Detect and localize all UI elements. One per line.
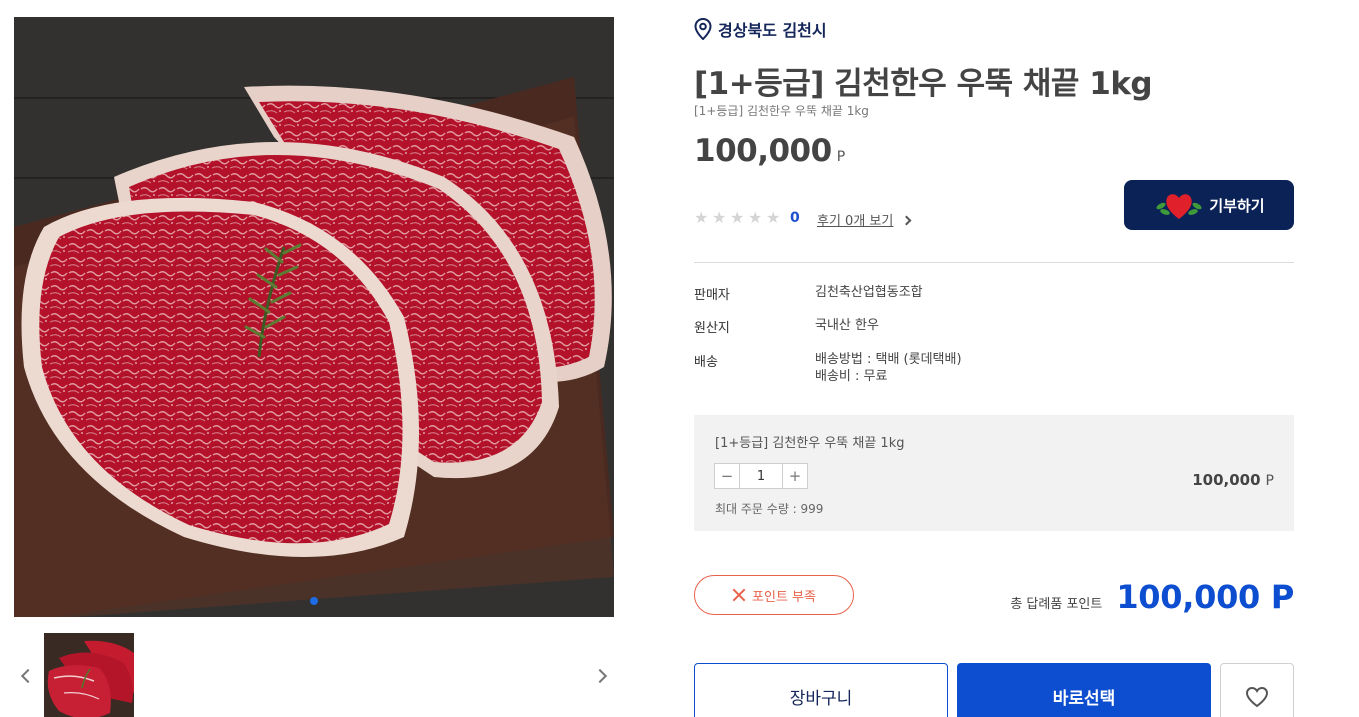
product-subtitle: [1+등급] 김천한우 우뚝 채끝 1kg: [694, 104, 869, 118]
option-price-unit: P: [1265, 473, 1274, 489]
total-points-label: 총 답례품 포인트: [1010, 597, 1103, 612]
spec-shipping-fee: 배송비 : 무료: [815, 369, 888, 384]
thumbnail-next-button[interactable]: [592, 666, 609, 688]
insufficient-points-badge[interactable]: 포인트 부족: [694, 575, 854, 615]
wishlist-button[interactable]: [1220, 663, 1294, 717]
donate-label: 기부하기: [1209, 197, 1265, 215]
total-points-value: 100,000 P: [1116, 578, 1294, 616]
heart-icon: [1245, 686, 1269, 708]
max-quantity-note: 최대 주문 수량 : 999: [715, 502, 824, 516]
selected-option-box: [1+등급] 김천한우 우뚝 채끝 1kg − + 100,000 P 최대 주…: [694, 415, 1294, 531]
spec-shipping-label: 배송: [694, 355, 718, 370]
price-unit: P: [836, 149, 846, 165]
spec-seller-label: 판매자: [694, 288, 730, 303]
spec-shipping-method: 배송방법 : 택배 (롯데택배): [815, 352, 962, 367]
quantity-stepper: − +: [714, 463, 808, 489]
option-name: [1+등급] 김천한우 우뚝 채끝 1kg: [715, 436, 905, 451]
beef-steak-photo: [14, 17, 614, 617]
product-price: 100,000 P: [694, 133, 845, 169]
donate-button[interactable]: 기부하기: [1124, 180, 1294, 230]
spec-origin-label: 원산지: [694, 321, 730, 336]
quantity-increase-button[interactable]: +: [783, 464, 807, 488]
option-price: 100,000 P: [1192, 471, 1274, 489]
star-icon: ★: [766, 208, 781, 227]
region-badge: 경상북도 김천시: [694, 17, 827, 41]
product-main-image[interactable]: [14, 17, 614, 617]
star-icon: ★: [694, 208, 709, 227]
chevron-right-icon: [592, 668, 608, 684]
beef-thumbnail-image: [44, 633, 134, 717]
gallery-indicator-dot[interactable]: [310, 597, 318, 605]
quantity-input[interactable]: [739, 464, 783, 488]
option-price-value: 100,000: [1192, 471, 1261, 489]
spec-seller-value: 김천축산업협동조합: [815, 285, 923, 300]
star-icon: ★: [712, 208, 727, 227]
add-to-cart-button[interactable]: 장바구니: [694, 663, 948, 717]
quantity-decrease-button[interactable]: −: [715, 464, 739, 488]
review-link-label: 후기 0개 보기: [817, 214, 894, 229]
insufficient-points-label: 포인트 부족: [752, 589, 816, 605]
spec-origin-value: 국내산 한우: [815, 318, 879, 333]
star-icon: ★: [730, 208, 745, 227]
chevron-right-icon: [901, 215, 912, 226]
rating-count: 0: [790, 209, 800, 226]
buy-now-button[interactable]: 바로선택: [957, 663, 1211, 717]
close-icon: [732, 588, 746, 602]
total-points: 총 답례품 포인트 100,000 P: [1010, 578, 1294, 616]
heart-wreath-icon: [1156, 194, 1202, 219]
divider: [694, 262, 1294, 263]
review-link[interactable]: 후기 0개 보기: [817, 210, 912, 229]
thumbnail-prev-button[interactable]: [18, 666, 36, 688]
chevron-left-icon: [20, 668, 36, 684]
rating: ★ ★ ★ ★ ★ 0: [694, 209, 800, 226]
region-label: 경상북도 김천시: [718, 21, 827, 40]
product-title: [1+등급] 김천한우 우뚝 채끝 1kg: [694, 66, 1153, 102]
price-value: 100,000: [694, 133, 832, 169]
star-icon: ★: [748, 208, 763, 227]
location-pin-icon: [694, 18, 712, 40]
product-thumbnail[interactable]: [44, 633, 134, 717]
